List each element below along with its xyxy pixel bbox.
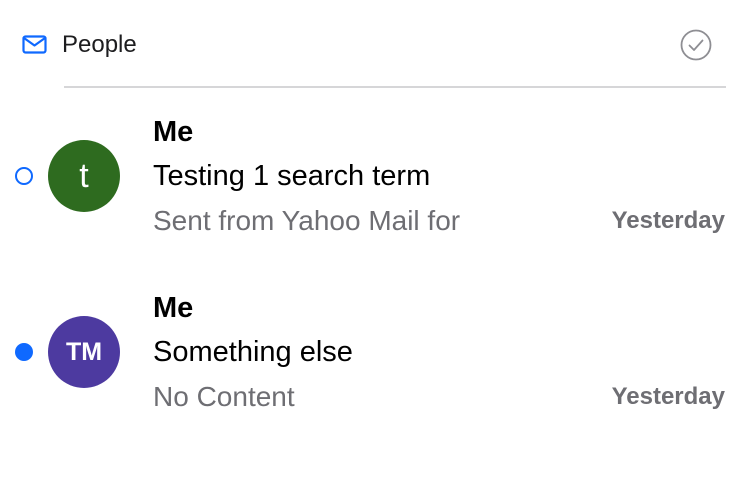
message-sender: Me — [153, 116, 194, 148]
message-snippet: Sent from Yahoo Mail for — [153, 205, 461, 236]
message-subject: Testing 1 search term — [153, 160, 431, 192]
folder-title: People — [62, 31, 137, 58]
avatar: TM — [48, 316, 120, 388]
message-date: Yesterday — [611, 207, 725, 234]
checkmark-circle-icon[interactable] — [680, 29, 712, 61]
message-snippet: No Content — [153, 381, 295, 412]
header-divider — [64, 86, 726, 88]
message-subject: Something else — [153, 336, 353, 368]
mail-icon — [22, 35, 47, 54]
avatar: t — [48, 140, 120, 212]
unread-status-indicator[interactable] — [15, 343, 33, 361]
message-row[interactable]: t Me Testing 1 search term Sent from Yah… — [0, 105, 750, 275]
read-status-indicator[interactable] — [15, 167, 33, 185]
message-row[interactable]: TM Me Something else No Content Yesterda… — [0, 281, 750, 451]
message-date: Yesterday — [611, 383, 725, 410]
message-sender: Me — [153, 292, 194, 324]
folder-header: People — [0, 0, 750, 88]
